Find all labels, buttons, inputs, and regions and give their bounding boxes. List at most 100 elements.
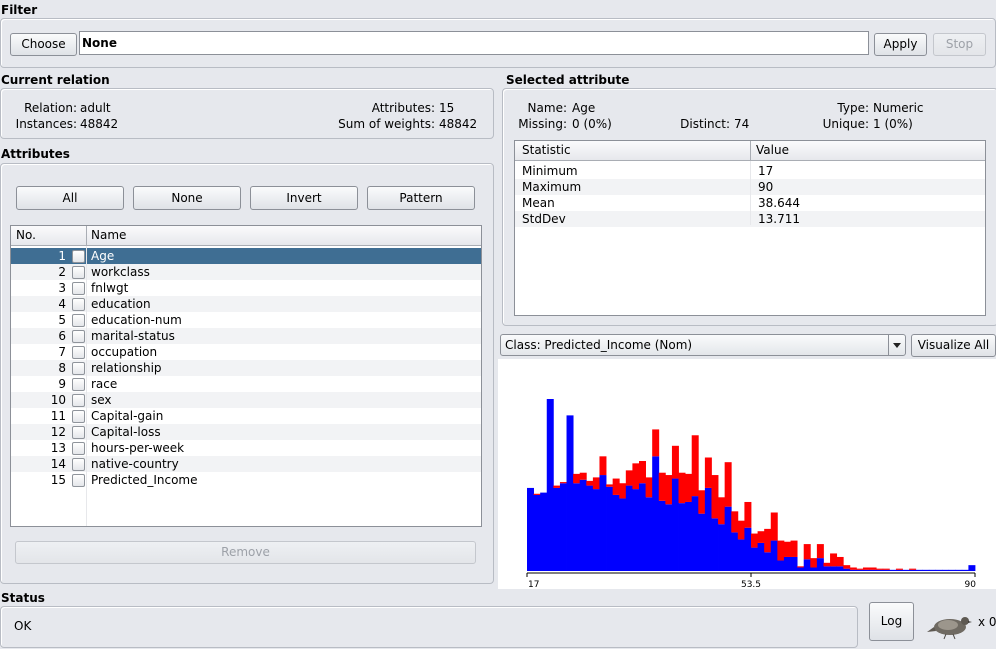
row-checkbox[interactable]	[72, 426, 85, 439]
attributes-table-header: No. Name	[11, 226, 481, 246]
histogram-panel: 17 53.5 90	[498, 359, 996, 590]
histogram-bar-blue	[849, 569, 857, 571]
table-row[interactable]: 2 workclass	[11, 264, 481, 280]
row-checkbox[interactable]	[72, 410, 85, 423]
histogram-bar-blue	[652, 456, 660, 571]
chevron-down-icon[interactable]	[888, 335, 905, 355]
histogram-bar-red	[856, 568, 864, 570]
column-divider	[750, 161, 751, 225]
table-row[interactable]: 5 education-num	[11, 312, 481, 328]
histogram-bar-blue	[942, 569, 950, 571]
attributes-table: No. Name 1 Age 2 workclass 3 fnlwgt 4 education…	[10, 225, 482, 527]
table-row[interactable]: 1 Age	[11, 248, 481, 264]
distinct-label: Distinct:	[680, 117, 730, 131]
histogram-bar-red	[830, 553, 838, 567]
filter-field[interactable]: None	[79, 31, 869, 55]
histogram-bar-blue	[915, 569, 923, 571]
histogram-bar-blue	[731, 532, 739, 571]
histogram-bar-red	[777, 540, 785, 561]
row-name: education-num	[91, 313, 182, 327]
row-checkbox[interactable]	[72, 314, 85, 327]
missing-label: Missing:	[518, 117, 567, 131]
histogram-bar-blue	[744, 527, 752, 571]
none-button[interactable]: None	[133, 186, 241, 210]
histogram-bar-blue	[902, 569, 910, 571]
table-row[interactable]: 12 Capital-loss	[11, 424, 481, 440]
histogram-bar-blue	[869, 569, 877, 571]
table-row[interactable]: 9 race	[11, 376, 481, 392]
table-row[interactable]: 10 sex	[11, 392, 481, 408]
histogram-bar-blue	[955, 569, 963, 571]
table-row[interactable]: 6 marital-status	[11, 328, 481, 344]
row-checkbox[interactable]	[72, 378, 85, 391]
col-statistic-header[interactable]: Statistic	[517, 141, 751, 160]
histogram-bar-red	[573, 473, 581, 484]
visualize-all-button[interactable]: Visualize All	[911, 334, 996, 357]
pattern-button[interactable]: Pattern	[367, 186, 475, 210]
row-checkbox[interactable]	[72, 394, 85, 407]
stop-button[interactable]: Stop	[933, 33, 986, 56]
table-row[interactable]: 7 occupation	[11, 344, 481, 360]
name-label: Name:	[527, 101, 567, 115]
histogram-bar-red	[731, 511, 739, 533]
table-row[interactable]: 14 native-country	[11, 456, 481, 472]
age-histogram: 17 53.5 90	[526, 399, 976, 590]
table-row[interactable]: 11 Capital-gain	[11, 408, 481, 424]
row-checkbox[interactable]	[72, 266, 85, 279]
histogram-bar-blue	[961, 569, 969, 571]
histogram-bar-blue	[737, 539, 745, 571]
histogram-bar-red	[691, 435, 699, 497]
histogram-bar-blue	[599, 475, 607, 571]
class-select[interactable]: Class: Predicted_Income (Nom)	[500, 334, 906, 356]
histogram-bar-red	[863, 567, 870, 570]
table-row[interactable]: 15 Predicted_Income	[11, 472, 481, 488]
row-name: occupation	[91, 345, 158, 359]
histogram-bar-red	[757, 531, 765, 543]
histogram-bar-red	[797, 566, 805, 568]
col-value-header[interactable]: Value	[751, 141, 789, 160]
histogram-bar-blue	[665, 504, 673, 571]
row-checkbox[interactable]	[72, 474, 85, 487]
all-button[interactable]: All	[16, 186, 124, 210]
apply-button[interactable]: Apply	[874, 33, 927, 56]
histogram-bar-red	[612, 478, 620, 495]
row-checkbox[interactable]	[72, 250, 85, 263]
log-button[interactable]: Log	[869, 602, 914, 641]
row-checkbox[interactable]	[72, 346, 85, 359]
table-row[interactable]: 4 education	[11, 296, 481, 312]
col-name-header[interactable]: Name	[86, 226, 126, 245]
histogram-bar-blue	[783, 556, 791, 571]
status-title: Status	[1, 591, 45, 605]
row-checkbox[interactable]	[72, 458, 85, 471]
histogram-bar-red	[849, 567, 857, 570]
histogram-bar-blue	[830, 566, 838, 571]
table-row[interactable]: 3 fnlwgt	[11, 280, 481, 296]
histogram-bar-red	[876, 568, 884, 570]
histogram-bar-blue	[889, 569, 897, 571]
row-number: 14	[50, 457, 66, 471]
table-row[interactable]: 13 hours-per-week	[11, 440, 481, 456]
row-checkbox[interactable]	[72, 362, 85, 375]
histogram-bar-blue	[935, 569, 943, 571]
row-checkbox[interactable]	[72, 330, 85, 343]
histogram-bar-blue	[856, 569, 864, 571]
histogram-bar-blue	[553, 487, 561, 571]
row-number: 10	[50, 393, 66, 407]
histogram-bar-blue	[823, 566, 831, 571]
weka-bird-icon	[926, 612, 972, 640]
row-checkbox[interactable]	[72, 282, 85, 295]
choose-button[interactable]: Choose	[10, 33, 77, 56]
histogram-bar-red	[685, 473, 693, 502]
row-checkbox[interactable]	[72, 442, 85, 455]
histogram-bar-red	[790, 540, 798, 557]
row-checkbox[interactable]	[72, 298, 85, 311]
histogram-bar-blue	[863, 569, 870, 571]
col-no-header[interactable]: No.	[11, 226, 86, 245]
relation-label: Relation:	[24, 101, 77, 115]
histogram-bar-blue	[843, 568, 851, 571]
histogram-bar-blue	[639, 483, 646, 571]
current-relation-title: Current relation	[1, 73, 110, 87]
remove-button[interactable]: Remove	[15, 541, 476, 564]
table-row[interactable]: 8 relationship	[11, 360, 481, 376]
invert-button[interactable]: Invert	[250, 186, 358, 210]
